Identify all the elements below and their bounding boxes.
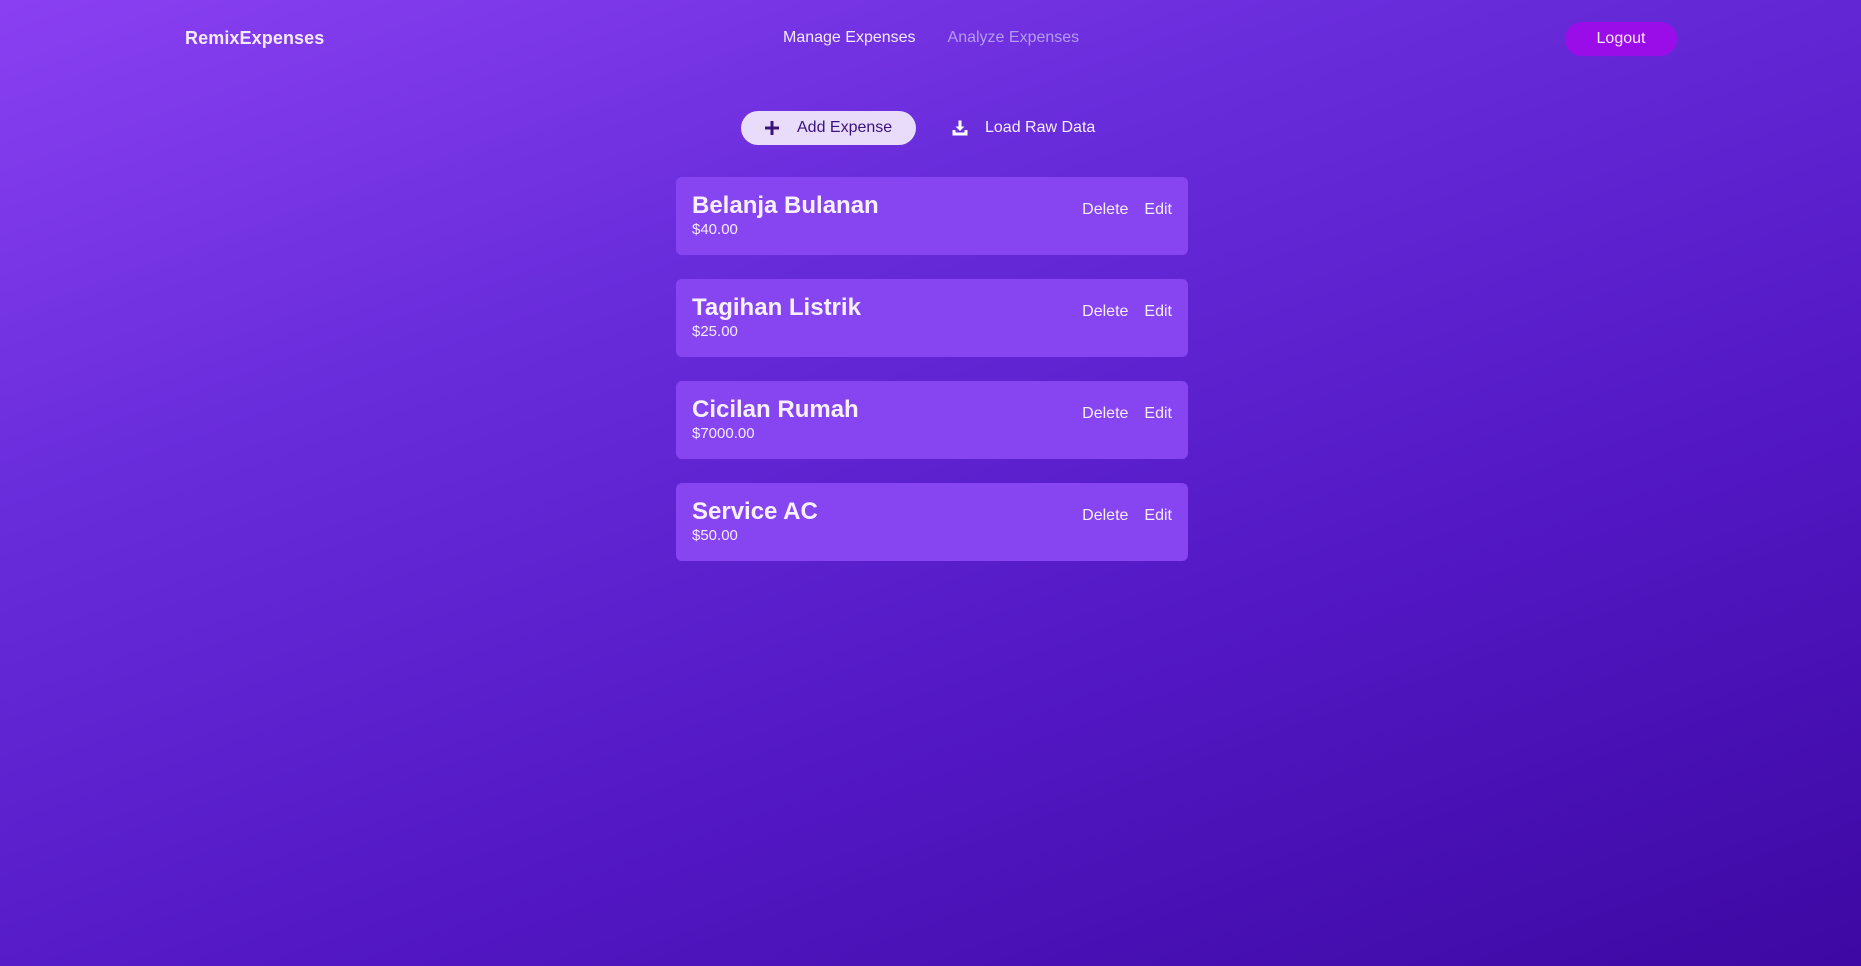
main-nav: Manage Expenses Analyze Expenses [783, 29, 1079, 47]
add-expense-label: Add Expense [797, 119, 893, 136]
delete-expense-button[interactable]: Delete [1082, 201, 1128, 219]
plus-icon [764, 120, 780, 136]
add-expense-button[interactable]: Add Expense [741, 111, 916, 145]
expense-amount: $25.00 [692, 323, 738, 340]
load-raw-data-label: Load Raw Data [985, 119, 1096, 136]
expense-amount: $7000.00 [692, 425, 755, 442]
nav-analyze-expenses[interactable]: Analyze Expenses [948, 29, 1080, 47]
delete-expense-button[interactable]: Delete [1082, 507, 1128, 525]
expense-amount: $40.00 [692, 221, 738, 238]
expense-item: Cicilan Rumah $7000.00 Delete Edit [676, 381, 1188, 459]
edit-expense-link[interactable]: Edit [1144, 507, 1172, 525]
edit-expense-link[interactable]: Edit [1144, 405, 1172, 423]
download-icon [952, 120, 968, 136]
expense-title: Service AC [692, 498, 818, 525]
expense-actions-group: Delete Edit [1082, 303, 1172, 321]
top-navigation-bar: RemixExpenses Manage Expenses Analyze Ex… [0, 0, 1861, 76]
expense-list: Belanja Bulanan $40.00 Delete Edit Tagih… [676, 177, 1188, 585]
expense-actions-group: Delete Edit [1082, 507, 1172, 525]
delete-expense-button[interactable]: Delete [1082, 303, 1128, 321]
edit-expense-link[interactable]: Edit [1144, 201, 1172, 219]
nav-manage-expenses[interactable]: Manage Expenses [783, 29, 916, 47]
logout-button[interactable]: Logout [1565, 22, 1677, 56]
expense-item: Tagihan Listrik $25.00 Delete Edit [676, 279, 1188, 357]
expense-title: Cicilan Rumah [692, 396, 859, 423]
expense-item: Service AC $50.00 Delete Edit [676, 483, 1188, 561]
edit-expense-link[interactable]: Edit [1144, 303, 1172, 321]
load-raw-data-button[interactable]: Load Raw Data [952, 111, 1095, 145]
expense-actions-group: Delete Edit [1082, 201, 1172, 219]
expense-title: Belanja Bulanan [692, 192, 879, 219]
expense-actions-group: Delete Edit [1082, 405, 1172, 423]
expense-amount: $50.00 [692, 527, 738, 544]
brand-logo[interactable]: RemixExpenses [185, 28, 324, 49]
expense-item: Belanja Bulanan $40.00 Delete Edit [676, 177, 1188, 255]
expense-actions: Add Expense Load Raw Data [741, 111, 1095, 145]
expense-title: Tagihan Listrik [692, 294, 861, 321]
delete-expense-button[interactable]: Delete [1082, 405, 1128, 423]
